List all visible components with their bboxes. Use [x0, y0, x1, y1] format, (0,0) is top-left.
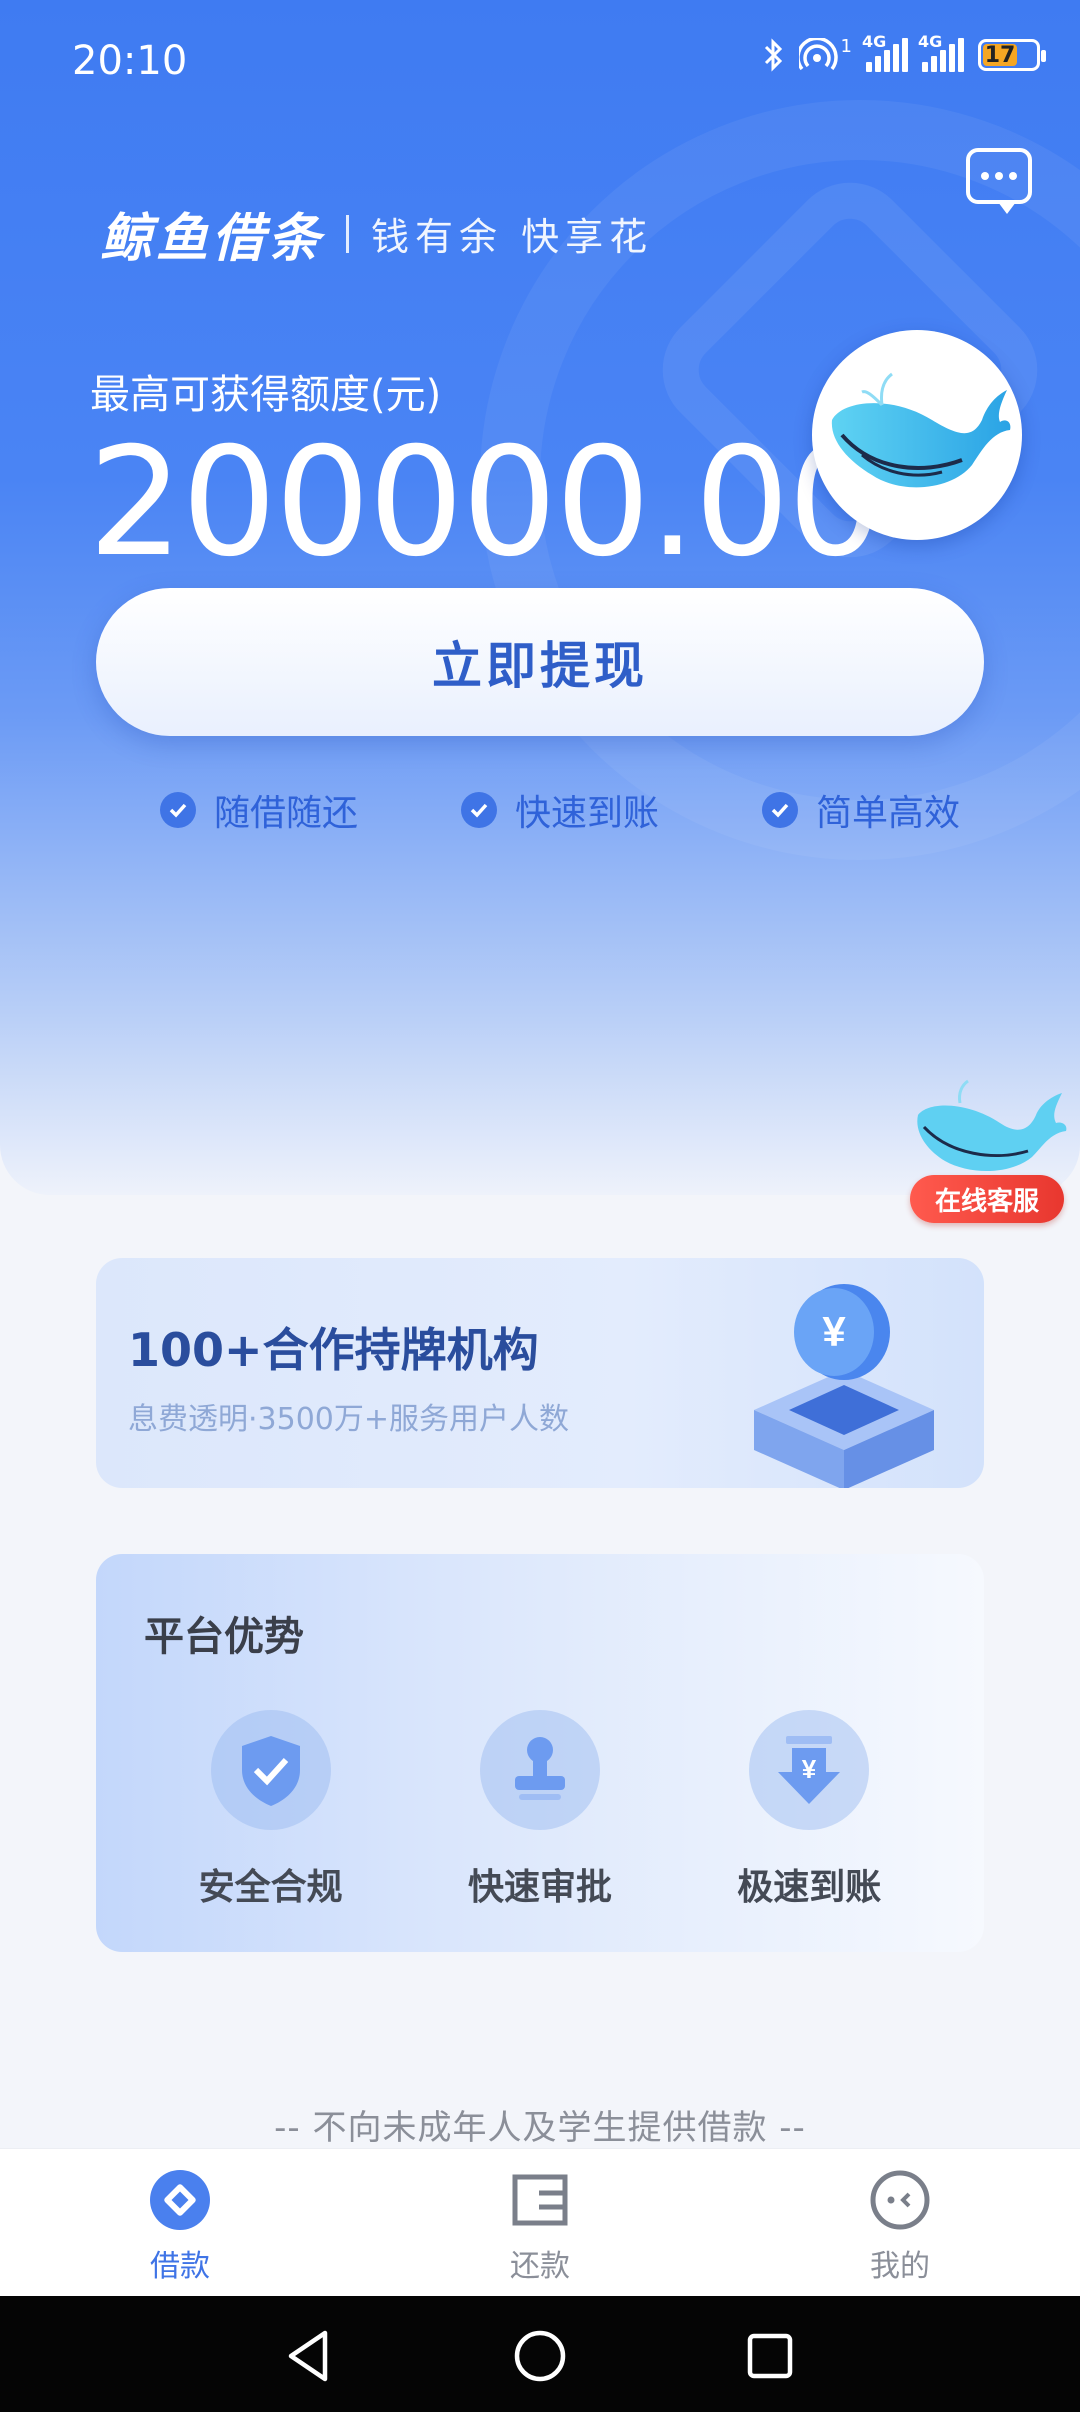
advantage-item: 安全合规: [171, 1710, 371, 1910]
advantage-label: 快速审批: [467, 1867, 612, 1908]
feature-item: 快速到账: [460, 784, 659, 836]
tab-loan[interactable]: 借款: [0, 2149, 360, 2296]
tab-label: 我的: [870, 2249, 930, 2284]
whale-mascot-icon: [917, 1079, 1067, 1172]
withdraw-now-button[interactable]: 立即提现: [96, 588, 984, 736]
svg-text:¥: ¥: [802, 1754, 817, 1784]
tab-repay[interactable]: 还款: [360, 2149, 720, 2296]
status-time: 20:10: [72, 38, 188, 84]
shield-check-icon: [210, 1710, 331, 1830]
tab-label: 借款: [150, 2249, 210, 2284]
feature-list: 随借随还 快速到账 简单高效: [160, 784, 960, 836]
tab-label: 还款: [510, 2249, 570, 2284]
tab-mine[interactable]: 我的: [720, 2149, 1080, 2296]
advantages-title: 平台优势: [144, 1614, 304, 1660]
user-face-icon: [870, 2170, 930, 2230]
feature-item: 简单高效: [761, 784, 960, 836]
feature-label: 随借随还: [214, 793, 359, 834]
limit-amount: 200000.00: [88, 416, 883, 590]
coin-platform-icon: ¥: [754, 1284, 934, 1488]
hotspot-icon: [798, 38, 838, 71]
feature-label: 简单高效: [815, 793, 960, 834]
advantage-item: 快速审批: [440, 1710, 640, 1910]
bluetooth-icon: [764, 38, 782, 72]
check-icon: [761, 792, 798, 828]
wallet-icon: [512, 2174, 568, 2226]
brand-divider: [346, 214, 350, 253]
advantage-item: ¥ 极速到账: [709, 1710, 909, 1910]
partner-title: 100+合作持牌机构: [128, 1323, 539, 1377]
whale-logo: [812, 330, 1022, 540]
status-icons: 1 4G 4G 17: [763, 32, 1046, 72]
home-button[interactable]: [510, 2326, 570, 2386]
svg-text:¥: ¥: [822, 1308, 846, 1355]
advantage-label: 极速到账: [737, 1867, 882, 1908]
online-service-label: 在线客服: [910, 1175, 1064, 1223]
check-icon: [160, 792, 196, 828]
recents-button[interactable]: [740, 2326, 800, 2386]
battery-icon: 17: [978, 39, 1046, 71]
brand-slogan: 钱有余 快享花: [371, 215, 654, 259]
hotspot-badge: 1: [840, 35, 852, 57]
signal-1-icon: 4G: [862, 32, 908, 72]
feature-label: 快速到账: [514, 793, 659, 834]
stamp-icon: [479, 1710, 600, 1830]
check-icon: [460, 792, 497, 828]
yuan-arrow-down-icon: ¥: [749, 1710, 870, 1830]
minor-notice: -- 不向未成年人及学生提供借款 --: [274, 2108, 806, 2148]
bottom-tab-bar: 借款 还款 我的: [0, 2148, 1080, 2296]
back-button[interactable]: [280, 2326, 340, 2386]
partner-subtitle: 息费透明·3500万+服务用户人数: [128, 1402, 570, 1437]
limit-label: 最高可获得额度(元): [90, 372, 442, 418]
message-button[interactable]: [966, 148, 1032, 214]
online-service-button[interactable]: 在线客服: [900, 1075, 1070, 1225]
brand-header: 鲸鱼借条 钱有余 快享花: [100, 196, 653, 271]
feature-item: 随借随还: [160, 784, 358, 836]
system-nav-bar: [0, 2296, 1080, 2412]
partner-card[interactable]: 100+合作持牌机构 息费透明·3500万+服务用户人数 ¥: [96, 1258, 984, 1488]
platform-advantages-card: 平台优势 安全合规 快速审批 ¥ 极速到账: [96, 1554, 984, 1952]
loan-icon: [150, 2170, 210, 2230]
signal-2-icon: 4G: [918, 32, 964, 72]
advantage-label: 安全合规: [198, 1867, 343, 1908]
brand-name: 鲸鱼借条: [100, 209, 325, 269]
